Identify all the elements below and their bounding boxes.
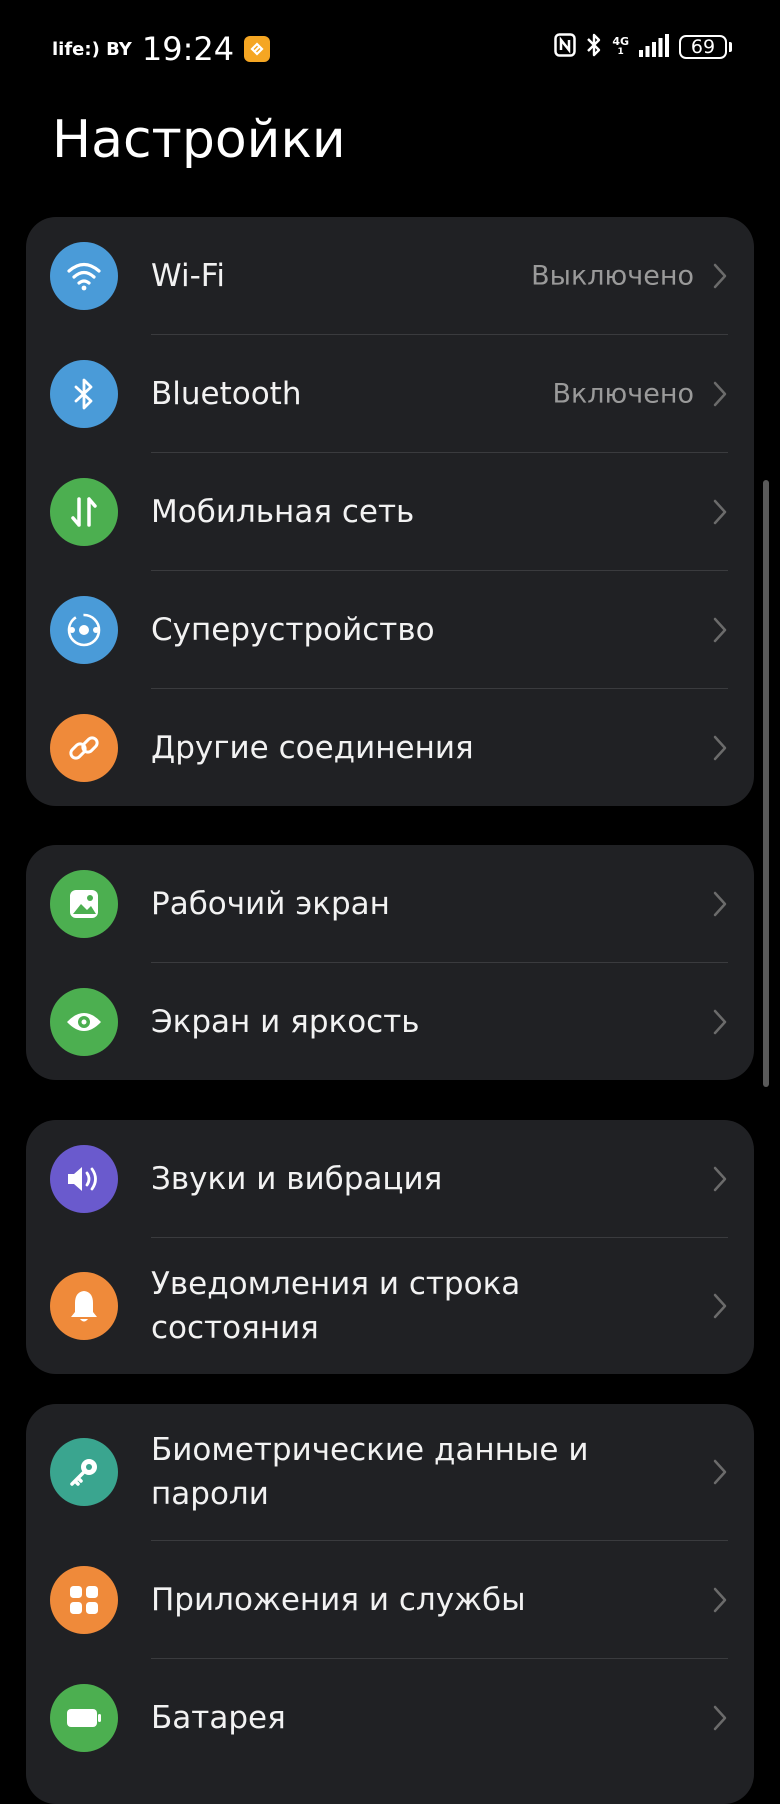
chevron-right-icon xyxy=(713,891,727,916)
battery-icon xyxy=(50,1683,118,1752)
key-icon xyxy=(50,1438,118,1506)
mobile-data-icon xyxy=(50,477,118,546)
bluetooth-status-icon xyxy=(586,32,602,62)
bell-icon xyxy=(50,1272,118,1340)
settings-group-display: Рабочий экран Экран и яркость xyxy=(26,845,754,1080)
settings-item-other-connections[interactable]: Другие соединения xyxy=(26,689,754,806)
settings-group-system: Биометрические данные и пароли Приложени… xyxy=(26,1404,754,1804)
settings-item-display-brightness[interactable]: Экран и яркость xyxy=(26,963,754,1080)
chevron-right-icon xyxy=(713,1166,727,1191)
settings-item-value: Включено xyxy=(552,378,694,409)
settings-item-label: Батарея xyxy=(151,1699,286,1736)
chevron-right-icon xyxy=(713,1293,727,1319)
battery-tip xyxy=(729,42,732,52)
apps-icon xyxy=(50,1565,118,1634)
settings-item-mobile-network[interactable]: Мобильная сеть xyxy=(26,453,754,570)
chevron-right-icon xyxy=(713,1459,727,1485)
chevron-right-icon xyxy=(713,735,727,760)
chevron-right-icon xyxy=(713,1009,727,1034)
eye-icon xyxy=(50,987,118,1056)
settings-item-label: Уведомления и строка состояния xyxy=(151,1266,521,1346)
scrollbar[interactable] xyxy=(763,480,769,1087)
nfc-icon xyxy=(554,33,577,61)
sound-icon xyxy=(50,1144,118,1213)
chevron-right-icon xyxy=(713,263,727,288)
settings-group-connectivity: Wi-Fi Выключено Bluetooth Включено Мобил… xyxy=(26,217,754,806)
status-bar-right: 4G 1 69 xyxy=(554,32,732,62)
settings-item-super-device[interactable]: Суперустройство xyxy=(26,571,754,688)
super-device-icon xyxy=(50,595,118,664)
settings-group-sound-notifications: Звуки и вибрация Уведомления и строка со… xyxy=(26,1120,754,1374)
status-time: 19:24 xyxy=(141,30,235,68)
status-bar-left: life:) BY 19:24 xyxy=(52,30,271,68)
status-bar: life:) BY 19:24 4G 1 69 xyxy=(0,0,780,100)
network-type: 4G xyxy=(612,35,629,48)
settings-item-sounds-vibration[interactable]: Звуки и вибрация xyxy=(26,1120,754,1237)
settings-item-battery[interactable]: Батарея xyxy=(26,1659,754,1776)
settings-item-wifi[interactable]: Wi-Fi Выключено xyxy=(26,217,754,334)
signal-strength-icon xyxy=(639,33,669,61)
settings-item-biometrics-passwords[interactable]: Биометрические данные и пароли xyxy=(26,1404,754,1540)
battery-level: 69 xyxy=(679,35,727,59)
settings-item-home-screen[interactable]: Рабочий экран xyxy=(26,845,754,962)
settings-item-notifications-status-bar[interactable]: Уведомления и строка состояния xyxy=(26,1238,754,1374)
network-type-badge: 4G 1 xyxy=(612,35,629,57)
wifi-icon xyxy=(50,241,118,310)
link-icon xyxy=(50,713,118,782)
settings-item-label: Рабочий экран xyxy=(151,885,390,922)
settings-item-label: Экран и яркость xyxy=(151,1003,420,1040)
wallpaper-icon xyxy=(50,869,118,938)
settings-item-label: Приложения и службы xyxy=(151,1581,526,1618)
battery-status: 69 xyxy=(679,35,732,59)
settings-item-apps-services[interactable]: Приложения и службы xyxy=(26,1541,754,1658)
chevron-right-icon xyxy=(713,499,727,524)
settings-item-label: Биометрические данные и пароли xyxy=(151,1432,589,1512)
settings-item-label: Мобильная сеть xyxy=(151,493,415,530)
settings-item-label: Другие соединения xyxy=(151,729,474,766)
network-sub: 1 xyxy=(617,47,624,57)
bluetooth-icon xyxy=(50,359,118,428)
app-notification-icon xyxy=(244,36,271,62)
carrier-name: life:) BY xyxy=(52,38,132,60)
settings-item-value: Выключено xyxy=(531,260,694,291)
settings-item-bluetooth[interactable]: Bluetooth Включено xyxy=(26,335,754,452)
chevron-right-icon xyxy=(713,1587,727,1612)
settings-item-label: Суперустройство xyxy=(151,611,435,648)
page-title: Настройки xyxy=(52,110,346,170)
chevron-right-icon xyxy=(713,381,727,406)
chevron-right-icon xyxy=(713,1705,727,1730)
chevron-right-icon xyxy=(713,617,727,642)
settings-item-label: Звуки и вибрация xyxy=(151,1160,443,1197)
